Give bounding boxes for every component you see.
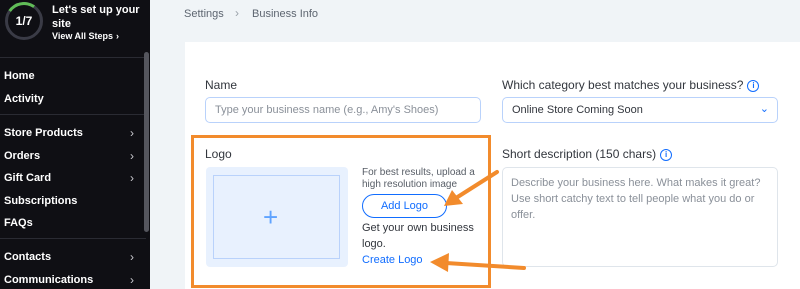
category-selected-value: Online Store Coming Soon (512, 104, 643, 116)
short-description-label-text: Short description (150 chars) (502, 147, 657, 161)
breadcrumb-settings-link[interactable]: Settings (184, 8, 224, 20)
sidebar-divider (0, 57, 146, 58)
chevron-down-icon: ⌄ (759, 103, 769, 115)
sidebar-item-orders[interactable]: Orders › (4, 147, 134, 165)
sidebar-item-faqs[interactable]: FAQs (4, 214, 134, 232)
category-label: Which category best matches your busines… (502, 78, 760, 92)
sidebar-divider (0, 238, 146, 239)
chevron-right-icon: › (130, 250, 134, 264)
business-name-placeholder: Type your business name (e.g., Amy's Sho… (215, 104, 439, 116)
sidebar-scrollbar[interactable] (144, 52, 149, 232)
sidebar-item-contacts[interactable]: Contacts › (4, 248, 134, 266)
progress-count: 1/7 (15, 14, 33, 28)
chevron-right-icon: › (130, 273, 134, 287)
sidebar-item-label: Gift Card (4, 172, 52, 184)
add-logo-button[interactable]: Add Logo (362, 194, 447, 218)
chevron-right-icon: › (130, 171, 134, 185)
logo-label: Logo (205, 147, 232, 161)
chevron-right-icon: › (116, 31, 120, 41)
plus-icon: + (263, 202, 279, 232)
sidebar-item-label: Contacts (4, 251, 52, 263)
view-all-steps-label: View All Steps (52, 31, 114, 41)
sidebar-item-label: Subscriptions (4, 195, 78, 207)
category-select[interactable]: Online Store Coming Soon ⌄ (502, 97, 778, 123)
chevron-right-icon: › (130, 149, 134, 163)
sidebar-item-label: Communications (4, 274, 94, 286)
sidebar-item-label: FAQs (4, 217, 33, 229)
breadcrumb-current-page: Business Info (252, 8, 319, 20)
sidebar-divider (0, 114, 146, 115)
view-all-steps-link[interactable]: View All Steps › (52, 31, 119, 41)
sidebar: 1/7 Let's set up your site View All Step… (0, 0, 150, 289)
info-icon[interactable]: i (660, 149, 673, 161)
sidebar-item-store-products[interactable]: Store Products › (4, 124, 134, 142)
setup-title: Let's set up your site (52, 4, 140, 30)
setup-progress-widget[interactable]: 1/7 Let's set up your site View All Step… (0, 0, 150, 48)
create-logo-link[interactable]: Create Logo (362, 254, 423, 266)
logo-hint: For best results, upload a high resoluti… (362, 167, 475, 190)
sidebar-item-home[interactable]: Home (4, 67, 134, 85)
breadcrumb: Settings › Business Info (150, 0, 800, 33)
breadcrumb-separator-icon: › (235, 6, 239, 20)
sidebar-item-subscriptions[interactable]: Subscriptions (4, 192, 134, 210)
chevron-right-icon: › (130, 126, 134, 140)
sidebar-item-label: Orders (4, 150, 41, 162)
info-icon[interactable]: i (747, 80, 760, 92)
short-description-placeholder: Describe your business here. What makes … (511, 177, 761, 221)
own-logo-text: Get your own business logo. (362, 222, 474, 250)
business-name-input[interactable]: Type your business name (e.g., Amy's Sho… (205, 97, 481, 123)
sidebar-item-label: Activity (4, 93, 44, 105)
short-description-textarea[interactable]: Describe your business here. What makes … (502, 167, 778, 267)
sidebar-item-label: Store Products (4, 127, 83, 139)
short-description-label: Short description (150 chars) i (502, 147, 673, 161)
sidebar-item-activity[interactable]: Activity (4, 90, 134, 108)
sidebar-item-communications[interactable]: Communications › (4, 271, 134, 289)
name-label: Name (205, 78, 238, 92)
sidebar-item-gift-card[interactable]: Gift Card › (4, 169, 134, 187)
category-label-text: Which category best matches your busines… (502, 78, 744, 92)
sidebar-item-label: Home (4, 70, 35, 82)
